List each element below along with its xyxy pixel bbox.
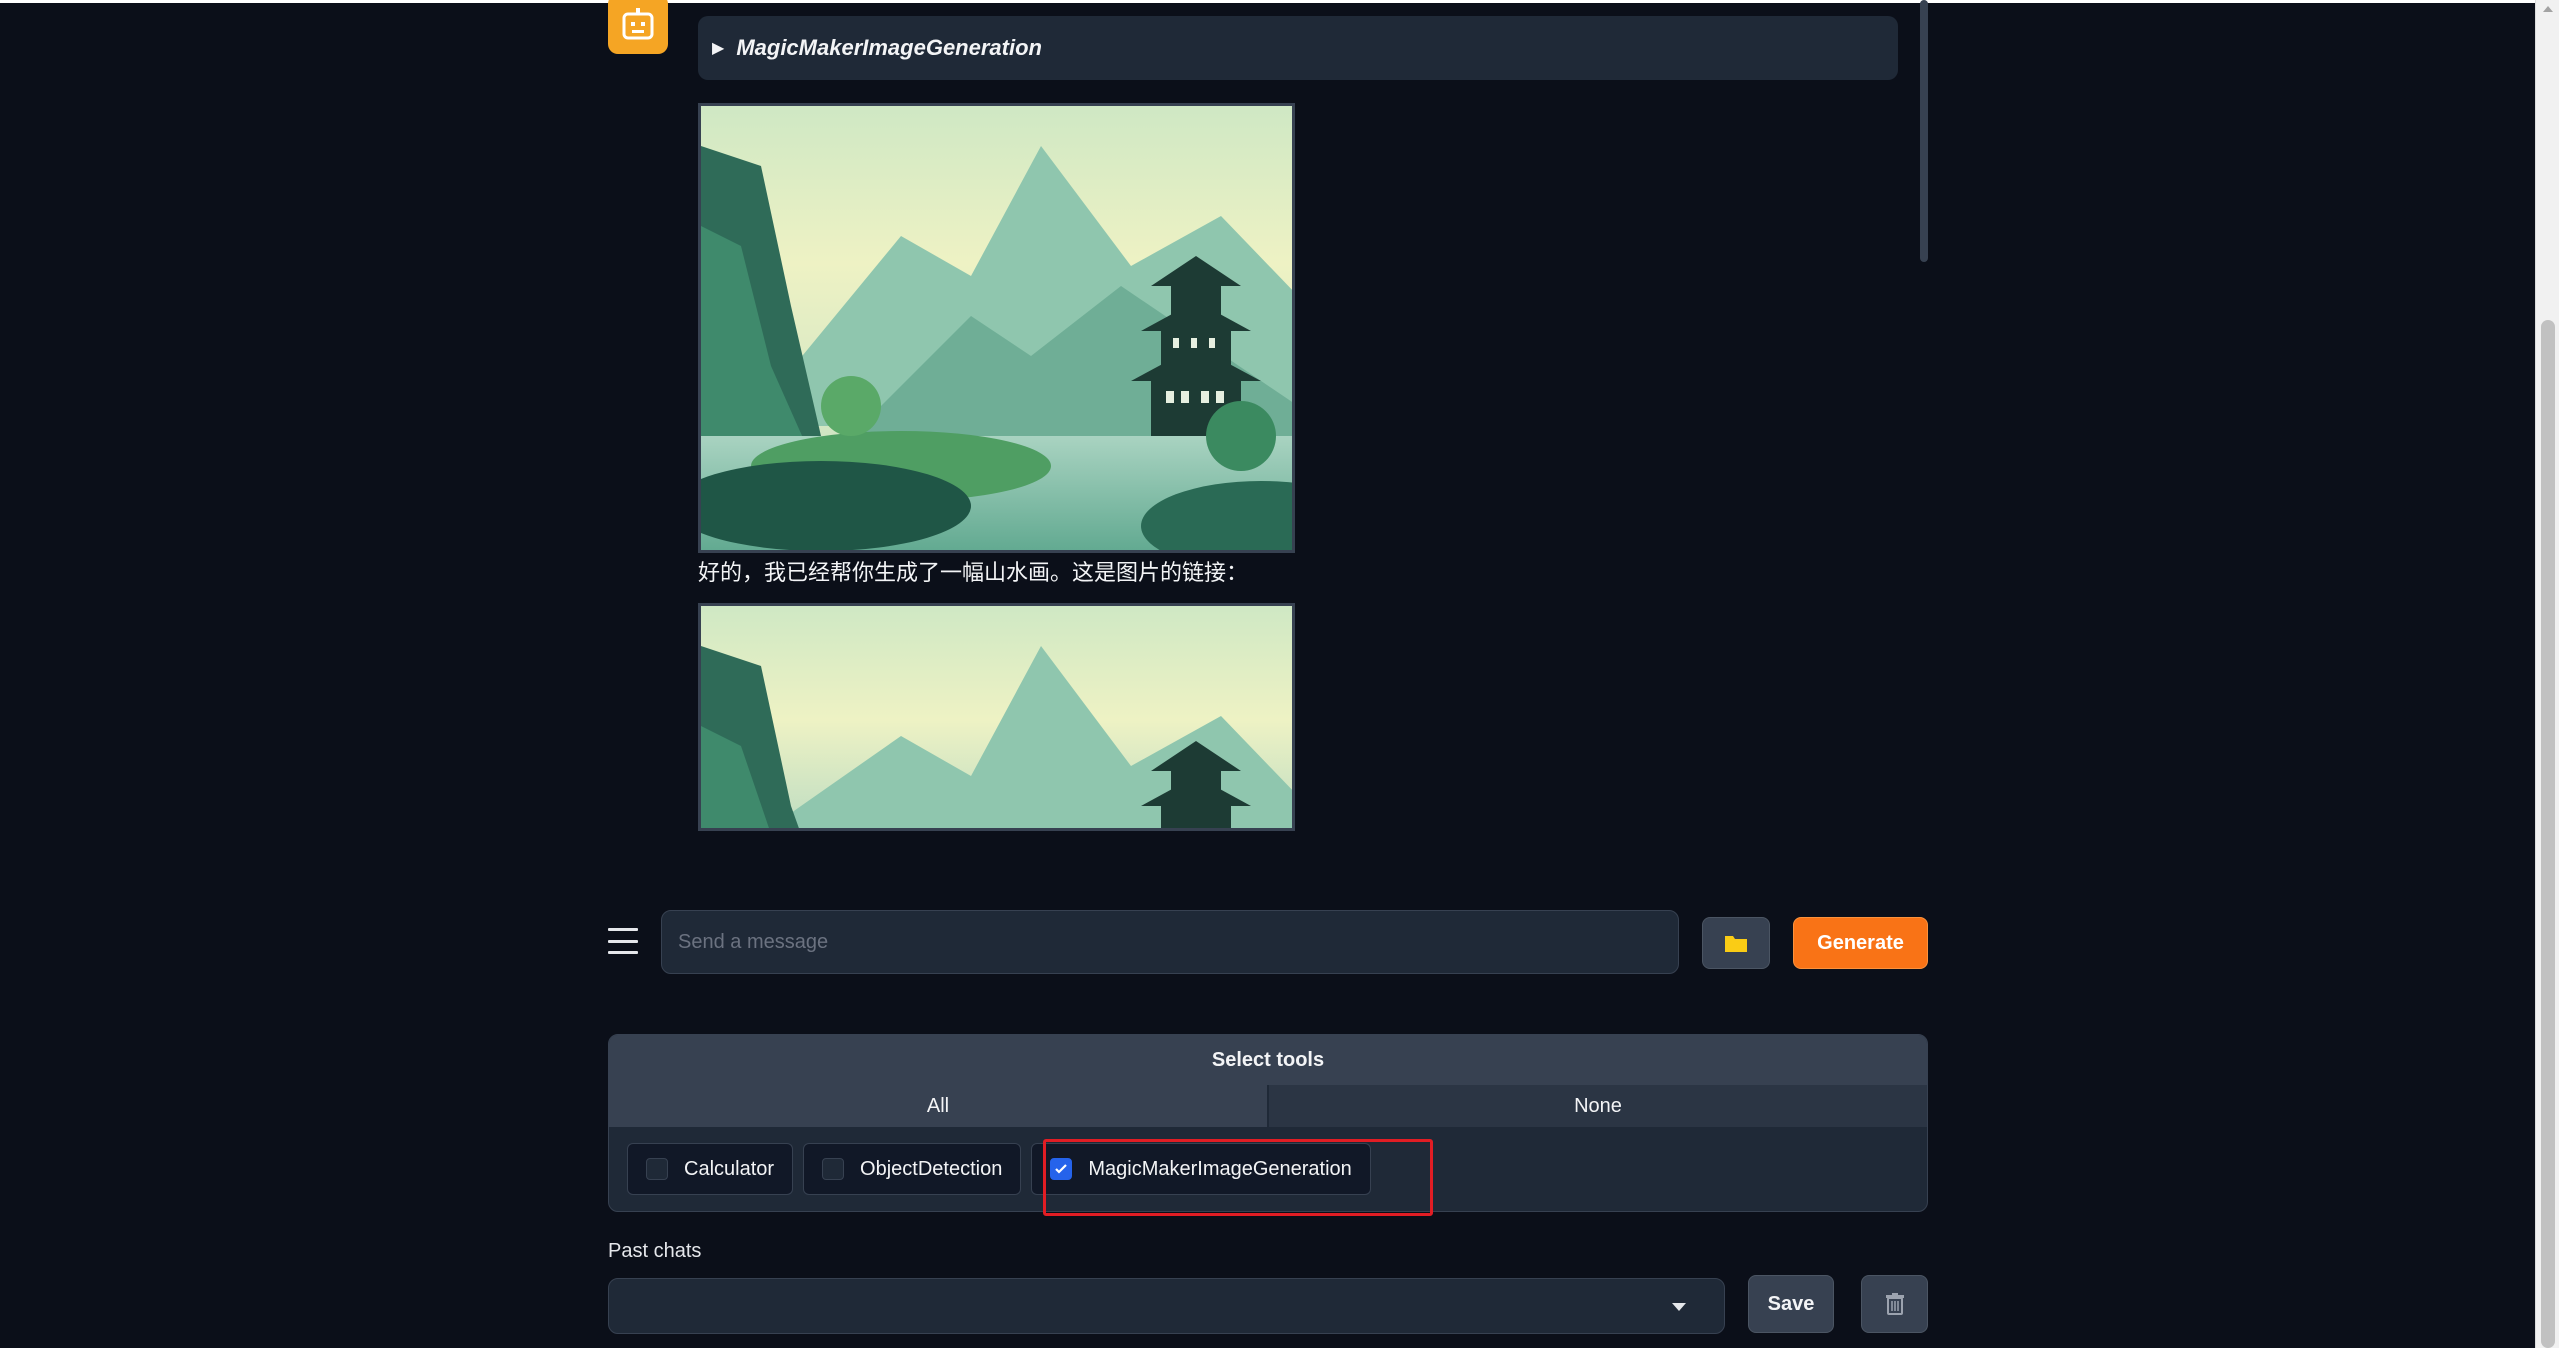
bot-avatar <box>608 0 668 54</box>
menu-icon[interactable] <box>608 928 638 954</box>
triangle-right-icon: ▶ <box>712 40 725 57</box>
save-button[interactable]: Save <box>1748 1275 1834 1333</box>
select-tools-tabs: All None <box>609 1085 1927 1127</box>
tool-checkbox[interactable] <box>822 1158 845 1180</box>
scrollbar-thumb[interactable] <box>2541 320 2555 1348</box>
generate-button[interactable]: Generate <box>1793 917 1928 969</box>
folder-icon <box>1725 936 1747 952</box>
upload-button[interactable] <box>1702 917 1770 969</box>
tool-label: Calculator <box>684 1157 775 1180</box>
delete-button[interactable] <box>1861 1275 1928 1333</box>
message-input[interactable] <box>661 910 1679 974</box>
select-none-button[interactable]: None <box>1267 1085 1927 1127</box>
page-scrollbar[interactable] <box>2535 0 2559 1348</box>
select-all-button[interactable]: All <box>609 1085 1267 1127</box>
tool-item-objectdetection[interactable]: ObjectDetection <box>803 1143 1022 1195</box>
past-chats-label: Past chats <box>608 1240 702 1262</box>
bot-message: 好的，我已经帮你生成了一幅山水画。这是图片的链接： <box>698 561 1249 586</box>
tool-label: ObjectDetection <box>860 1157 1003 1180</box>
chat-scrollbar[interactable] <box>1920 0 1928 262</box>
select-tools-header: Select tools <box>609 1035 1927 1085</box>
trash-icon <box>1885 1293 1904 1315</box>
robot-icon <box>622 8 654 40</box>
past-chats-dropdown[interactable] <box>608 1278 1725 1334</box>
scroll-up-icon[interactable] <box>2543 6 2553 12</box>
tool-call-label: MagicMakerImageGeneration <box>736 35 1042 60</box>
generated-image <box>698 103 1295 553</box>
top-border <box>0 0 2535 3</box>
tool-item-calculator[interactable]: Calculator <box>627 1143 794 1195</box>
generated-image <box>698 603 1295 831</box>
tool-call-accordion[interactable]: ▶ MagicMakerImageGeneration <box>698 16 1898 80</box>
annotation-highlight-box <box>1043 1139 1433 1216</box>
chevron-down-icon <box>1672 1303 1686 1311</box>
tool-checkbox[interactable] <box>646 1158 668 1180</box>
